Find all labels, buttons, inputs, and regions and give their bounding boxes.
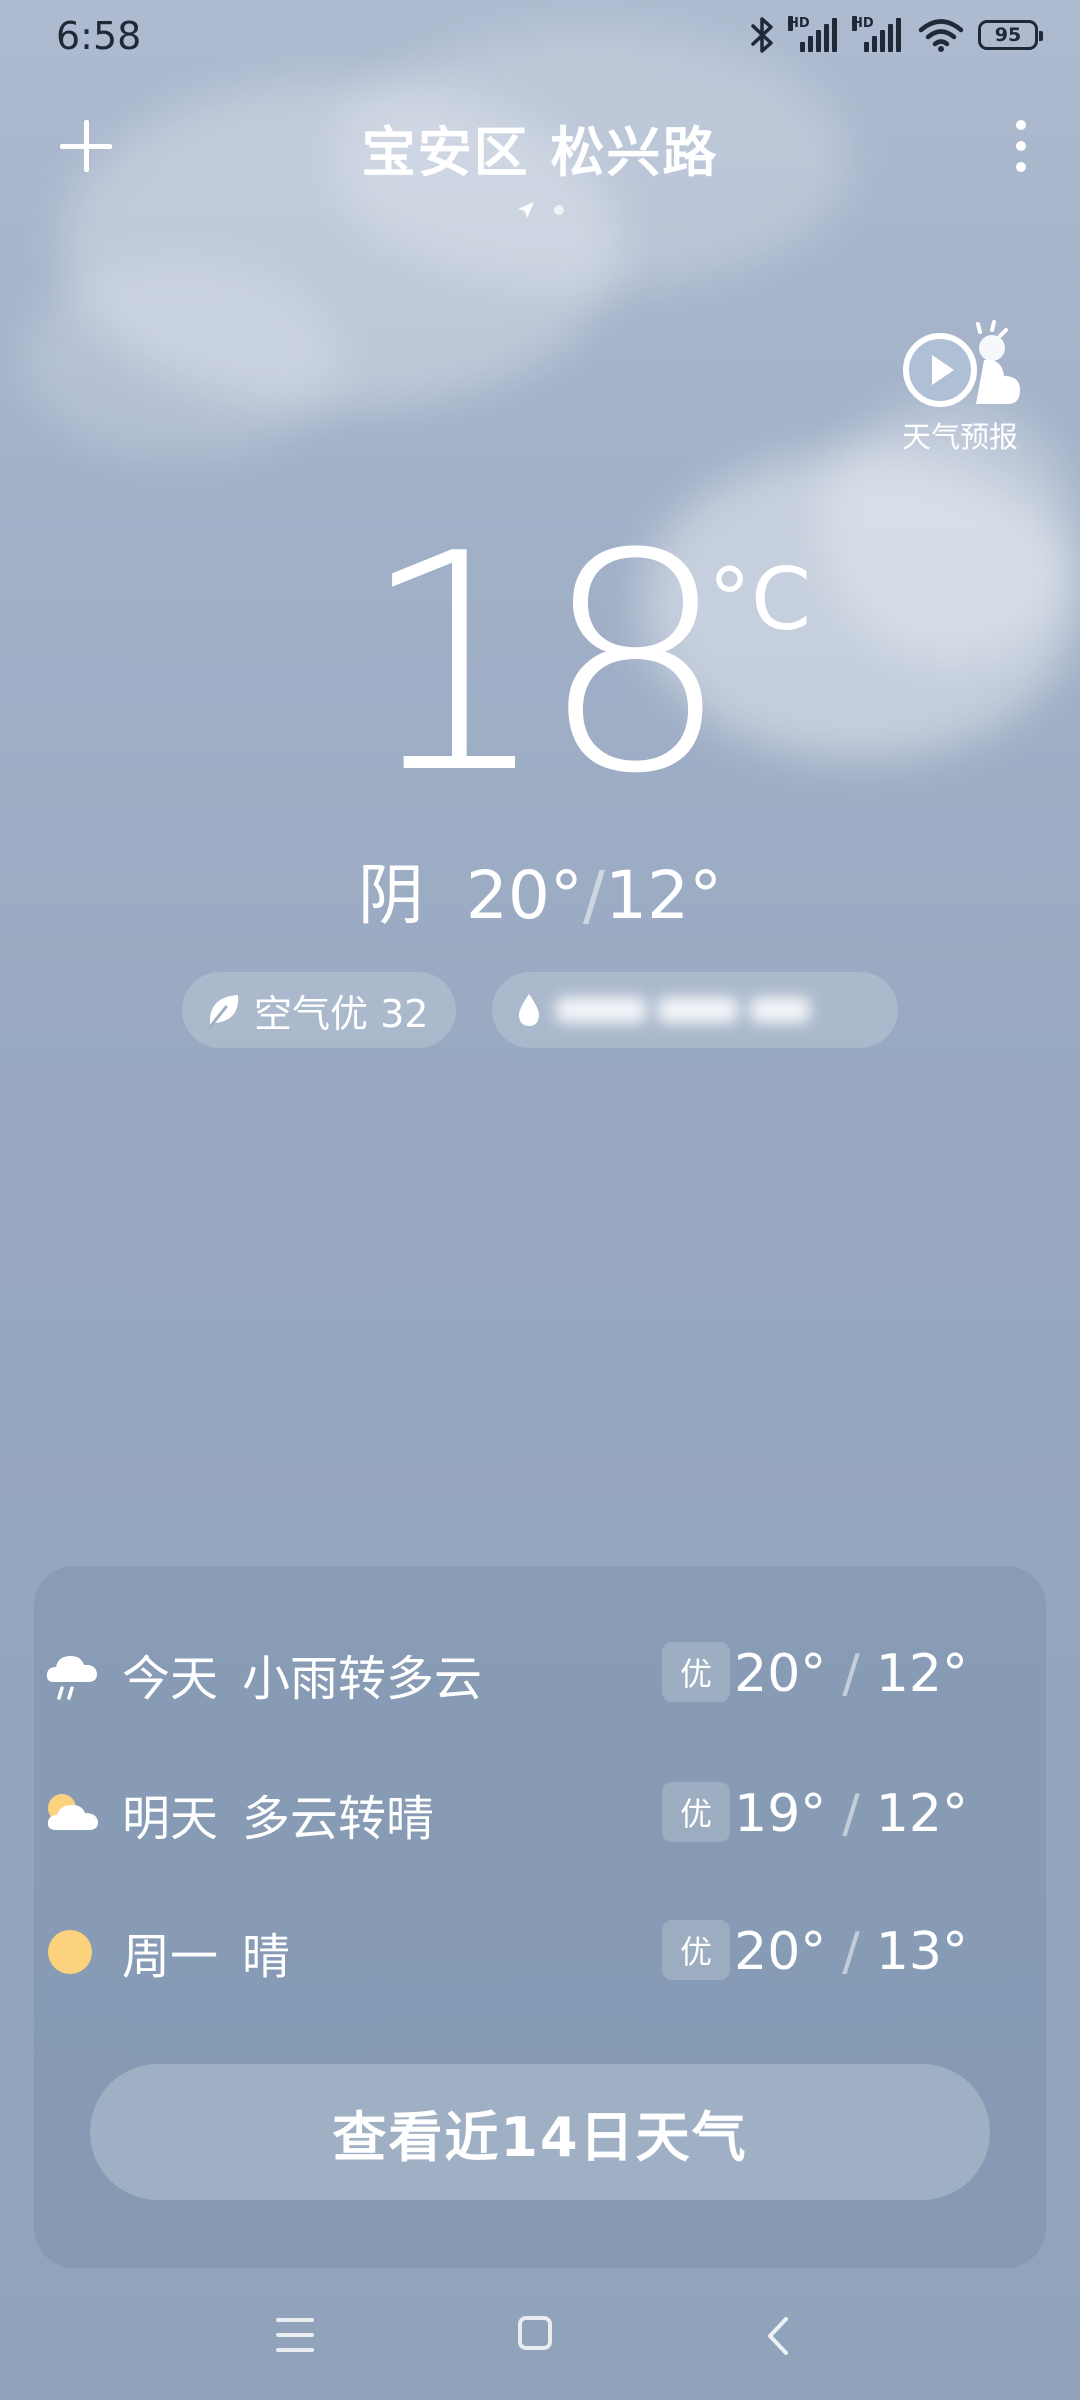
today-high: 20° <box>465 857 583 934</box>
leaf-icon <box>208 995 239 1029</box>
current-temperature: 18 °C <box>0 490 1080 839</box>
range-separator: / <box>842 1784 860 1844</box>
air-quality-badge: 优 <box>662 1642 730 1702</box>
top-bar: 宝安区 松兴路 <box>0 100 1080 200</box>
status-icons: HD HD 95 <box>750 16 1043 54</box>
temperature-value: 18 <box>359 490 731 839</box>
temperature-range: 20°/13° <box>734 1912 968 1992</box>
sun-icon <box>44 1924 100 1980</box>
forecast-desc: 小雨转多云 <box>242 1651 483 1707</box>
bluetooth-icon <box>751 17 773 53</box>
forecast-row-today[interactable]: 今天 小雨转多云 优 20°/12° <box>44 1634 968 1714</box>
humidity-chip[interactable] <box>492 972 898 1048</box>
today-low: 12° <box>605 857 723 934</box>
forecast-low: 13° <box>875 1922 968 1982</box>
weather-forecast-button[interactable]: 天气预报 <box>898 318 1022 456</box>
forecast-high: 19° <box>734 1784 827 1844</box>
view-14-day-button[interactable]: 查看近14日天气 <box>90 2064 990 2200</box>
forecast-high: 20° <box>734 1922 827 1982</box>
range-separator: / <box>582 857 606 934</box>
air-quality-text: 空气优 32 <box>254 991 429 1036</box>
battery-level: 95 <box>994 24 1022 46</box>
forecast-day: 今天 <box>122 1651 219 1707</box>
recent-apps-button[interactable] <box>276 2318 314 2352</box>
forecast-low: 12° <box>875 1644 968 1704</box>
air-quality-badge: 优 <box>662 1782 730 1842</box>
temperature-unit: °C <box>708 550 812 650</box>
back-button[interactable] <box>766 2316 790 2356</box>
cloud-decoration <box>20 260 340 460</box>
forecast-row-tomorrow[interactable]: 明天 多云转晴 优 19°/12° <box>44 1774 968 1854</box>
location-arrow-icon <box>518 202 534 218</box>
air-quality-chip[interactable]: 空气优 32 <box>182 972 456 1048</box>
partly-cloudy-icon <box>44 1786 100 1842</box>
range-separator: / <box>842 1922 860 1982</box>
forecast-day: 周一 <box>122 1929 219 1985</box>
weather-forecast-label: 天气预报 <box>901 420 1018 454</box>
temperature-range: 20°/12° <box>734 1634 968 1714</box>
water-drop-icon <box>518 994 540 1026</box>
range-separator: / <box>842 1644 860 1704</box>
status-time: 6:58 <box>56 14 142 58</box>
page-dot <box>554 205 564 215</box>
forecast-desc: 晴 <box>242 1929 291 1985</box>
location-title[interactable]: 宝安区 松兴路 <box>0 108 1080 187</box>
forecast-desc: 多云转晴 <box>242 1791 435 1847</box>
forecast-high: 20° <box>734 1644 827 1704</box>
forecast-row-monday[interactable]: 周一 晴 优 20°/13° <box>44 1912 968 1992</box>
condition-text: 阴 <box>357 857 424 934</box>
signal-1-icon: HD <box>788 16 840 52</box>
humidity-text-blurred <box>556 997 810 1023</box>
forecast-day: 明天 <box>122 1791 219 1847</box>
more-options-button[interactable] <box>1016 120 1026 172</box>
navigation-bar <box>0 2300 1080 2370</box>
wifi-icon <box>918 19 964 52</box>
status-bar: 6:58 HD HD 95 <box>0 0 1080 76</box>
rain-cloud-icon <box>44 1646 100 1702</box>
play-sun-cloud-icon <box>903 320 1020 407</box>
forecast-low: 12° <box>875 1784 968 1844</box>
temperature-range: 19°/12° <box>734 1774 968 1854</box>
air-quality-badge: 优 <box>662 1920 730 1980</box>
indicator-chips: 空气优 32 <box>0 972 1080 1048</box>
weather-screen: 6:58 HD HD 95 宝安区 松兴路 天气预报 18 °C 阴 20°/1… <box>0 0 1080 2400</box>
home-button[interactable] <box>518 2316 552 2350</box>
page-indicator <box>0 200 1080 220</box>
current-condition: 阴 20°/12° <box>0 842 1080 938</box>
signal-2-icon: HD <box>852 16 904 52</box>
battery-indicator: 95 <box>978 20 1043 50</box>
